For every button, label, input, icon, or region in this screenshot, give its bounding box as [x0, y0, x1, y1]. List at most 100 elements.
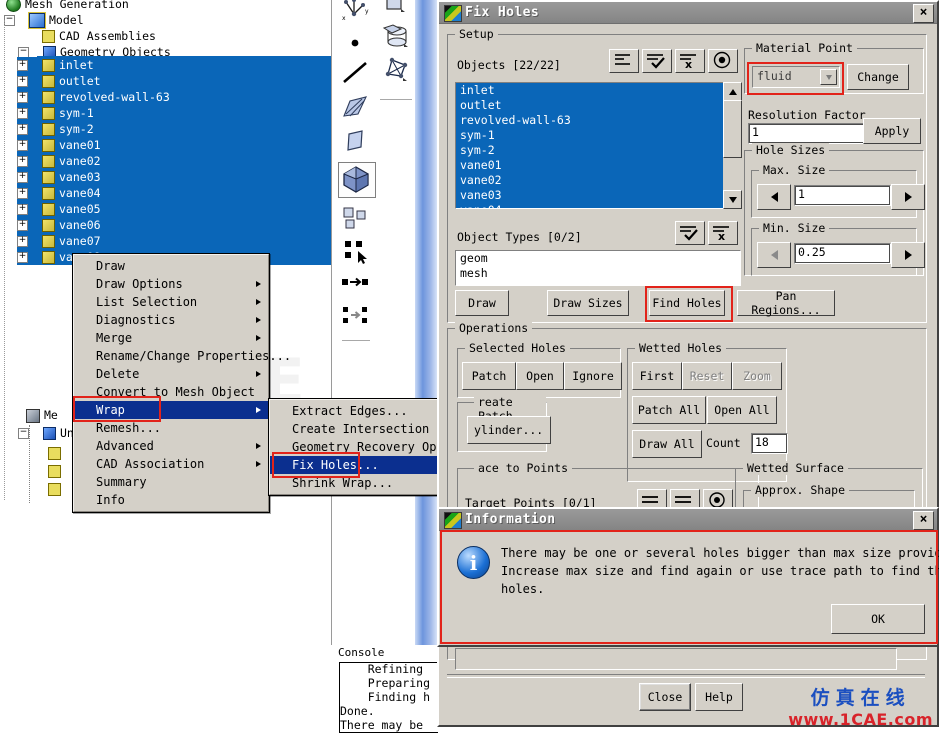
first-button[interactable]: First [632, 362, 682, 390]
tree-item-inlet[interactable]: + inlet [17, 57, 331, 73]
objects-scrollbar[interactable] [723, 82, 742, 209]
expander-plus-icon[interactable]: + [17, 252, 28, 263]
material-point-select[interactable]: fluid [752, 66, 840, 88]
menu-item-draw[interactable]: Draw [74, 257, 268, 275]
expander-plus-icon[interactable]: + [17, 76, 28, 87]
tree-item-revolved-wall-63[interactable]: + revolved-wall-63 [17, 89, 331, 105]
expander-plus-icon[interactable]: + [17, 60, 28, 71]
objects-list-item[interactable]: vane04 [456, 203, 724, 208]
objects-list-item[interactable]: vane01 [456, 158, 724, 173]
ok-button[interactable]: OK [831, 604, 925, 634]
axes-icon[interactable]: x y [338, 0, 372, 24]
expander-plus-icon[interactable]: + [17, 236, 28, 247]
tree-item-unstruct[interactable]: − Un [18, 425, 74, 441]
menu-item-list-selection[interactable]: List Selection [74, 293, 268, 311]
menu-item-merge[interactable]: Merge [74, 329, 268, 347]
objects-list-item[interactable]: sym-2 [456, 143, 724, 158]
open-all-button[interactable]: Open All [707, 396, 777, 424]
menu-item-delete[interactable]: Delete [74, 365, 268, 383]
expander-plus-icon[interactable]: + [17, 140, 28, 151]
tree-item-mesh[interactable]: Me [24, 407, 58, 423]
transform-icon[interactable] [338, 300, 372, 330]
patch-all-button[interactable]: Patch All [632, 396, 706, 424]
right-toolbar[interactable] [378, 0, 415, 645]
menu-item-convert-to-mesh-object[interactable]: Convert to Mesh Object [74, 383, 268, 401]
tree-item-vane03[interactable]: + vane03 [17, 169, 331, 185]
menu-item-diagnostics[interactable]: Diagnostics [74, 311, 268, 329]
tree-item-model[interactable]: − Model [4, 12, 84, 29]
types-deselect-all-icon[interactable]: x [708, 221, 738, 245]
tree-item-outlet[interactable]: + outlet [17, 73, 331, 89]
menu-item-info[interactable]: Info [74, 491, 268, 509]
console-output[interactable]: Refining Preparing Finding h Done. There m… [339, 662, 438, 733]
zoom-button[interactable]: Zoom [732, 362, 782, 390]
tree-item-vane02[interactable]: + vane02 [17, 153, 331, 169]
tree-root[interactable]: Mesh Generation [4, 0, 129, 12]
close-button[interactable]: Close [639, 683, 691, 711]
surface-icon[interactable] [338, 92, 372, 122]
find-holes-button[interactable]: Find Holes [649, 290, 725, 316]
scrollbar-thumb[interactable] [723, 100, 742, 158]
parts-icon[interactable] [338, 202, 372, 232]
expander-plus-icon[interactable]: + [17, 172, 28, 183]
expander-plus-icon[interactable]: + [17, 92, 28, 103]
objects-list-item[interactable]: sym-1 [456, 128, 724, 143]
select-all-icon[interactable] [642, 49, 672, 73]
tree-item-vane06[interactable]: + vane06 [17, 217, 331, 233]
tree-item-sym-2[interactable]: + sym-2 [17, 121, 331, 137]
chevron-down-icon[interactable] [820, 69, 837, 85]
information-dialog[interactable]: Information × i There may be one or seve… [437, 507, 939, 647]
menu-item-draw-options[interactable]: Draw Options [74, 275, 268, 293]
point-icon[interactable] [338, 28, 372, 58]
expander-minus-icon[interactable]: − [18, 428, 29, 439]
types-select-all-icon[interactable] [675, 221, 705, 245]
tree-item-vane05[interactable]: + vane05 [17, 201, 331, 217]
scroll-down-icon[interactable] [723, 190, 742, 209]
fix-holes-titlebar[interactable]: Fix Holes × [439, 2, 937, 24]
ignore-button[interactable]: Ignore [564, 362, 622, 390]
line-icon[interactable] [338, 58, 372, 88]
expander-plus-icon[interactable]: + [17, 188, 28, 199]
context-menu[interactable]: Draw Draw Options List Selection Diagnostic… [72, 253, 291, 513]
max-size-decrement-button[interactable] [757, 184, 791, 210]
objects-listbox[interactable]: inlet outlet revolved-wall-63 sym-1 sym-2 van… [455, 82, 725, 209]
target-icon[interactable] [708, 49, 738, 73]
tree-item-vane04[interactable]: + vane04 [17, 185, 331, 201]
expander-plus-icon[interactable]: + [17, 124, 28, 135]
patch-button[interactable]: Patch [462, 362, 516, 390]
deselect-all-icon[interactable]: x [675, 49, 705, 73]
objects-list-item[interactable]: vane02 [456, 173, 724, 188]
objects-list-item[interactable]: outlet [456, 98, 724, 113]
information-titlebar[interactable]: Information × [439, 509, 937, 531]
draw-sizes-button[interactable]: Draw Sizes [547, 290, 629, 316]
close-icon[interactable]: × [913, 4, 934, 23]
count-value[interactable]: 18 [751, 433, 788, 454]
list-icon[interactable] [609, 49, 639, 73]
apply-button[interactable]: Apply [863, 118, 921, 144]
menu-item-remesh[interactable]: Remesh... [74, 419, 268, 437]
cylinder-icon[interactable] [379, 22, 413, 52]
object-types-list-item[interactable]: geom [456, 251, 740, 266]
expander-plus-icon[interactable]: + [17, 204, 28, 215]
object-types-list-item[interactable]: mesh [456, 266, 740, 281]
min-size-input[interactable]: 0.25 [794, 243, 891, 264]
objects-list[interactable]: inlet outlet revolved-wall-63 sym-1 sym-2 van… [456, 83, 724, 208]
plane-icon[interactable] [338, 126, 372, 156]
menu-item-rename-change-properties[interactable]: Rename/Change Properties... [74, 347, 291, 365]
cylinder-patch-button[interactable]: ylinder... [467, 416, 551, 444]
objects-list-item[interactable]: revolved-wall-63 [456, 113, 724, 128]
tree-item-vane07[interactable]: + vane07 [17, 233, 331, 249]
draw-button[interactable]: Draw [455, 290, 509, 316]
draw-all-button[interactable]: Draw All [632, 430, 702, 458]
block-icon[interactable] [379, 0, 413, 20]
body-icon[interactable] [338, 162, 376, 198]
polygon-icon[interactable] [379, 54, 413, 84]
objects-list-item[interactable]: inlet [456, 83, 724, 98]
expander-plus-icon[interactable]: + [17, 108, 28, 119]
expander-plus-icon[interactable]: + [17, 220, 28, 231]
objects-list-item[interactable]: vane03 [456, 188, 724, 203]
min-size-increment-button[interactable] [891, 242, 925, 268]
close-icon[interactable]: × [913, 511, 934, 530]
menu-item-advanced[interactable]: Advanced [74, 437, 268, 455]
expander-plus-icon[interactable]: + [17, 156, 28, 167]
